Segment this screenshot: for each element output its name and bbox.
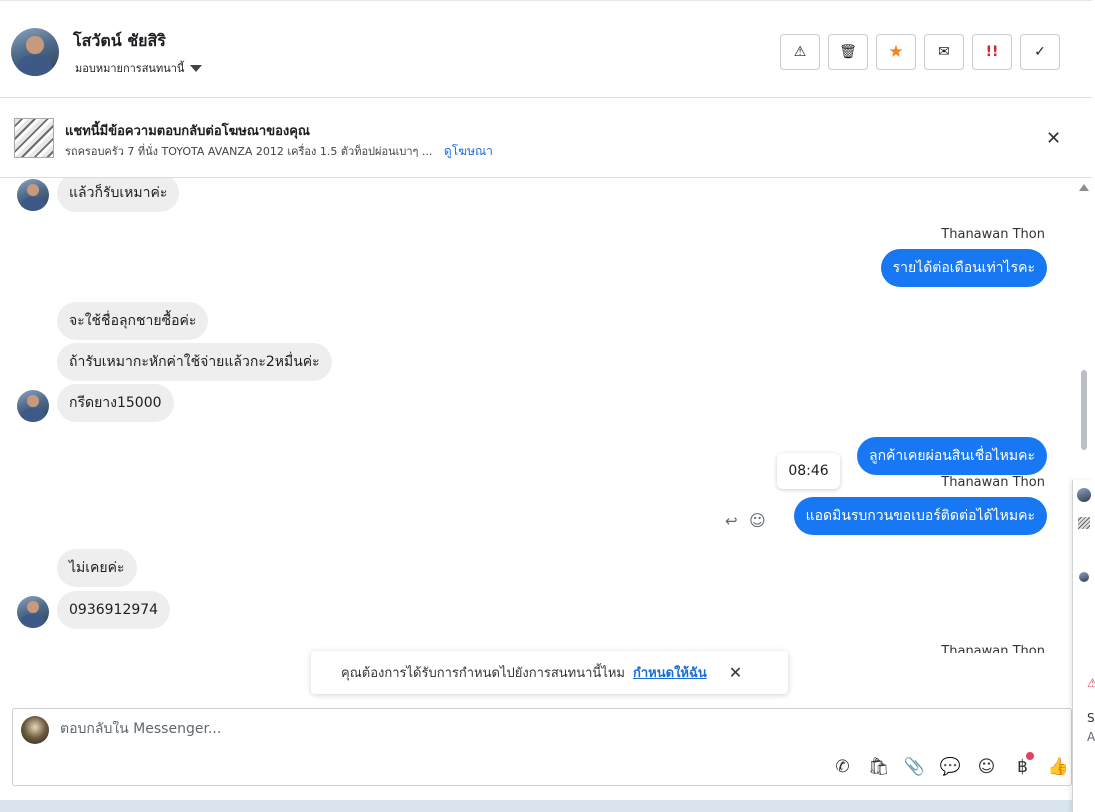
- sender-name: Thanawan Thon: [941, 644, 1045, 653]
- side-panel-text-s: S: [1087, 711, 1095, 725]
- star-button[interactable]: ★: [876, 34, 916, 70]
- ad-description-text: รถครอบครัว 7 ที่นั่ง TOYOTA AVANZA 2012 …: [65, 145, 433, 158]
- assign-label: มอบหมายการสนทนานี้: [75, 62, 185, 75]
- delete-button[interactable]: 🗑: [828, 34, 868, 70]
- incoming-message[interactable]: จะใช้ชื่อลุกชายซื้อค่ะ: [57, 302, 209, 340]
- assign-to-me-link[interactable]: กำหนดให้ฉัน: [633, 662, 707, 683]
- bottom-strip: [0, 800, 1095, 812]
- contact-avatar-small: [17, 179, 49, 211]
- close-icon[interactable]: ✕: [1046, 128, 1061, 149]
- payment-button[interactable]: ฿: [1010, 752, 1035, 779]
- assign-conversation-dropdown[interactable]: มอบหมายการสนทนานี้: [75, 59, 203, 77]
- alert-icon: ⚠: [1087, 676, 1095, 690]
- composer-toolbar: ✆ 🛍 📎 💬 ☺ ฿ 👍: [830, 752, 1071, 779]
- payment-icon: ฿: [1017, 756, 1028, 777]
- ad-thumbnail: [14, 118, 54, 158]
- incoming-message[interactable]: ไม่เคยค่ะ: [57, 549, 137, 587]
- page-avatar: [21, 716, 49, 744]
- contact-avatar[interactable]: [11, 28, 59, 76]
- done-button[interactable]: ✓: [1020, 34, 1060, 70]
- check-icon: ✓: [1034, 44, 1046, 60]
- contact-avatar-small: [17, 596, 49, 628]
- follow-up-icon: !!: [985, 44, 999, 60]
- shopping-bag-icon[interactable]: 🛍: [866, 754, 891, 779]
- outgoing-message[interactable]: ลูกค้าเคยผ่อนสินเชื่อไหมคะ: [856, 437, 1047, 475]
- incoming-message[interactable]: 0936912974: [57, 591, 171, 629]
- incoming-message[interactable]: กรีดยาง15000: [57, 384, 174, 422]
- message-list: แล้วก็รับเหมาค่ะ Thanawan Thon รายได้ต่อ…: [0, 178, 1077, 653]
- conversation-header: โสวัตน์ ชัยสิริ มอบหมายการสนทนานี้ ⚠ 🗑 ★…: [0, 0, 1092, 98]
- react-emoji-icon[interactable]: ☺: [749, 511, 766, 530]
- view-ad-link[interactable]: ดูโฆษณา: [444, 144, 493, 158]
- trash-icon: 🗑: [839, 44, 857, 60]
- outgoing-message[interactable]: แอดมินรบกวนขอเบอร์ติดต่อได้ไหมคะ: [793, 497, 1047, 535]
- close-icon[interactable]: ✕: [729, 663, 742, 682]
- contact-name[interactable]: โสวัตน์ ชัยสิริ: [73, 29, 166, 54]
- mark-unread-button[interactable]: ✉: [924, 34, 964, 70]
- sender-name: Thanawan Thon: [941, 227, 1045, 242]
- assign-prompt-toast: คุณต้องการได้รับการกำหนดไปยังการสนทนานี้…: [311, 651, 788, 694]
- reply-input[interactable]: [60, 721, 960, 737]
- caret-down-icon: [190, 64, 203, 72]
- saved-replies-icon[interactable]: 💬: [938, 754, 963, 779]
- notification-dot: [1026, 752, 1034, 760]
- like-icon[interactable]: 👍: [1046, 754, 1071, 779]
- follow-up-button[interactable]: !!: [972, 34, 1012, 70]
- warning-icon: ⚠: [793, 44, 807, 60]
- reply-icon[interactable]: ↩: [725, 512, 738, 530]
- scrollbar-thumb[interactable]: [1081, 370, 1087, 450]
- ad-description: รถครอบครัว 7 ที่นั่ง TOYOTA AVANZA 2012 …: [65, 142, 493, 161]
- envelope-open-icon: ✉: [938, 44, 950, 60]
- scroll-up-arrow-icon[interactable]: [1079, 184, 1089, 191]
- star-icon: ★: [888, 42, 904, 62]
- emoji-icon[interactable]: ☺: [974, 754, 999, 779]
- ad-reply-banner: แชทนี้มีข้อความตอบกลับต่อโฆษณาของคุณ รถค…: [0, 99, 1092, 178]
- side-panel-edge[interactable]: ⚠ S A: [1072, 480, 1095, 812]
- contact-avatar-small: [17, 390, 49, 422]
- conversation-actions: ⚠ 🗑 ★ ✉ !! ✓: [780, 34, 1060, 70]
- incoming-message[interactable]: แล้วก็รับเหมาค่ะ: [57, 178, 180, 212]
- side-panel-text-a: A: [1087, 730, 1095, 744]
- timestamp-tooltip: 08:46: [777, 453, 840, 489]
- outgoing-message[interactable]: รายได้ต่อเดือนเท่าไรคะ: [880, 249, 1047, 287]
- assign-prompt-text: คุณต้องการได้รับการกำหนดไปยังการสนทนานี้…: [341, 666, 625, 681]
- contact-avatar-tiny: [1079, 572, 1089, 582]
- ad-thumbnail-tiny: [1078, 517, 1090, 529]
- sender-name: Thanawan Thon: [941, 475, 1045, 490]
- incoming-message[interactable]: ถ้ารับเหมากะหักค่าใช้จ่ายแล้วกะ2หมื่นค่ะ: [57, 343, 332, 381]
- spam-button[interactable]: ⚠: [780, 34, 820, 70]
- attachment-icon[interactable]: 📎: [902, 754, 927, 779]
- reply-composer: ✆ 🛍 📎 💬 ☺ ฿ 👍: [12, 708, 1072, 786]
- contact-avatar-tiny: [1077, 488, 1091, 502]
- ad-banner-title: แชทนี้มีข้อความตอบกลับต่อโฆษณาของคุณ: [65, 124, 310, 139]
- call-icon[interactable]: ✆: [830, 754, 855, 779]
